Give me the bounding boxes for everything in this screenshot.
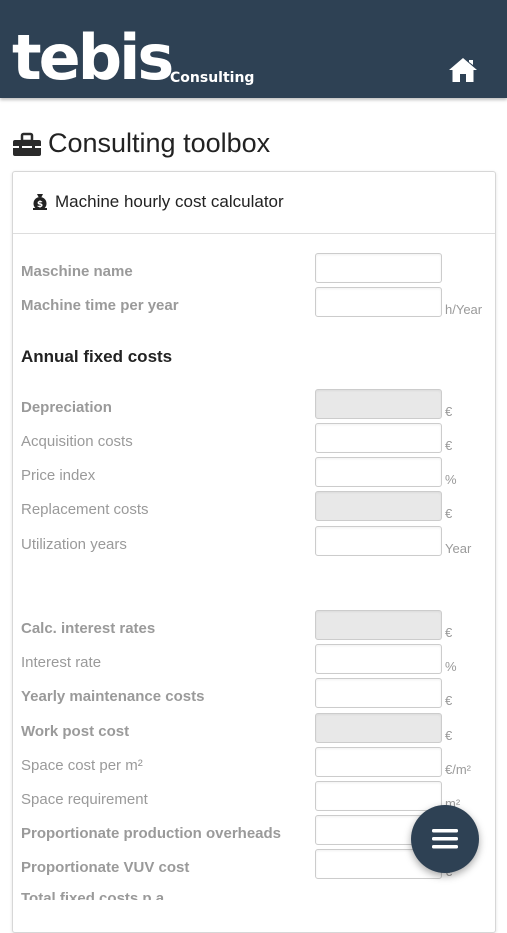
utilization-years-label: Utilization years (21, 536, 127, 553)
logo: tebis (12, 21, 174, 94)
replacement-costs-unit: € (445, 506, 453, 521)
machine-name-label: Maschine name (21, 263, 133, 280)
space-cost-unit: €/m² (445, 762, 471, 777)
row-utilization-years: Utilization years Year (21, 526, 491, 567)
interest-rate-unit: % (445, 659, 457, 674)
production-overheads-label: Proportionate production overheads (21, 825, 282, 842)
yearly-maintenance-costs-label: Yearly maintenance costs (21, 688, 205, 705)
toolbox-icon (13, 132, 41, 156)
acquisition-costs-input[interactable] (315, 423, 442, 453)
logo-subtitle: Consulting (170, 70, 255, 86)
money-bag-icon: $ (33, 194, 47, 210)
acquisition-costs-label: Acquisition costs (21, 433, 133, 450)
total-fixed-costs-label: Total fixed costs p.a. (21, 890, 169, 900)
interest-rate-input[interactable] (315, 644, 442, 674)
card-header: $ Machine hourly cost calculator (13, 172, 495, 234)
work-post-cost-unit: € (445, 728, 453, 743)
replacement-costs-label: Replacement costs (21, 501, 149, 518)
space-cost-label: Space cost per m² (21, 757, 143, 774)
app-header: tebis Consulting (0, 0, 507, 98)
space-requirement-label: Space requirement (21, 791, 148, 808)
page-title-text: Consulting toolbox (48, 128, 271, 158)
work-post-cost-label: Work post cost (21, 723, 130, 740)
home-button[interactable] (447, 55, 479, 85)
page-title: Consulting toolbox (12, 128, 270, 159)
row-machine-time: Machine time per year h/Year (21, 287, 491, 328)
utilization-years-input[interactable] (315, 526, 442, 556)
price-index-input[interactable] (315, 457, 442, 487)
vuv-cost-label: Proportionate VUV cost (21, 859, 190, 876)
price-index-unit: % (445, 472, 457, 487)
depreciation-label: Depreciation (21, 399, 112, 416)
calc-interest-rates-label: Calc. interest rates (21, 620, 156, 637)
machine-time-unit: h/Year (445, 302, 483, 317)
machine-name-input[interactable] (315, 253, 442, 283)
calc-interest-rates-field (315, 610, 442, 640)
menu-icon (432, 829, 458, 849)
replacement-costs-field (315, 491, 442, 521)
utilization-years-unit: Year (445, 541, 472, 556)
space-requirement-input[interactable] (315, 781, 442, 811)
yearly-maintenance-costs-unit: € (445, 693, 453, 708)
price-index-label: Price index (21, 467, 96, 484)
card-title: Machine hourly cost calculator (55, 192, 284, 211)
space-cost-input[interactable] (315, 747, 442, 777)
depreciation-field (315, 389, 442, 419)
interest-rate-label: Interest rate (21, 654, 102, 671)
work-post-cost-field (315, 713, 442, 743)
home-icon (449, 58, 477, 82)
acquisition-costs-unit: € (445, 438, 453, 453)
machine-time-input[interactable] (315, 287, 442, 317)
yearly-maintenance-costs-input[interactable] (315, 678, 442, 708)
depreciation-unit: € (445, 404, 453, 419)
calc-interest-rates-unit: € (445, 625, 453, 640)
menu-button[interactable] (411, 805, 479, 873)
section-heading-annual-fixed-costs: Annual fixed costs (21, 347, 173, 366)
row-total-fixed-costs: Total fixed costs p.a. (21, 889, 491, 900)
machine-time-label: Machine time per year (21, 297, 179, 314)
